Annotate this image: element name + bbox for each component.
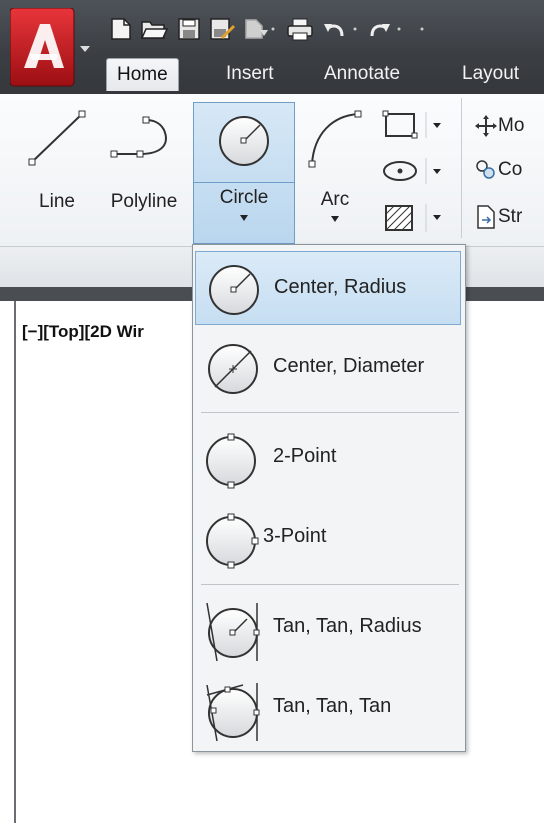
stretch-tool-button[interactable]: Str (474, 204, 544, 234)
print-icon[interactable] (286, 16, 313, 42)
hatch-icon (385, 204, 441, 232)
menu-item-label: 2-Point (273, 445, 337, 467)
menu-item-center-diameter[interactable]: Center, Diameter (195, 331, 461, 405)
application-menu-button[interactable] (9, 7, 96, 88)
menu-item-label: Center, Radius (274, 276, 407, 298)
arc-dropdown-arrow-icon (331, 216, 339, 222)
ellipse-icon (383, 158, 441, 184)
arc-label: Arc (320, 189, 350, 210)
copy-label: Co (498, 159, 523, 180)
panel-separator (461, 98, 462, 238)
menu-separator (201, 584, 459, 585)
undo-icon[interactable] (322, 16, 357, 42)
hatch-ellipse-tool-button[interactable] (378, 154, 450, 188)
stretch-icon (477, 205, 495, 229)
arc-tool-button[interactable]: Arc (302, 104, 368, 234)
menu-separator (201, 412, 459, 413)
circle-label: Circle (219, 187, 269, 208)
polyline-tool-button[interactable]: Polyline (96, 104, 192, 214)
center-radius-icon (209, 265, 259, 315)
circle-tool-button[interactable]: Circle (193, 102, 295, 244)
tan-tan-tan-icon (206, 683, 260, 742)
rectangle-tool-button[interactable] (378, 108, 450, 142)
polyline-icon (110, 116, 167, 158)
tab-insert[interactable]: Insert (216, 58, 284, 90)
two-point-icon (206, 433, 256, 489)
line-tool-button[interactable]: Line (22, 104, 92, 214)
menu-item-label: Tan, Tan, Tan (273, 695, 392, 717)
viewport-controls-label[interactable]: [−][Top][2D Wir (22, 322, 144, 342)
move-icon (475, 115, 497, 137)
menu-item-2-point[interactable]: 2-Point (195, 421, 461, 495)
three-point-icon (206, 513, 259, 569)
new-file-icon[interactable] (108, 16, 134, 42)
menu-item-label: 3-Point (263, 525, 327, 547)
move-tool-button[interactable]: Mo (474, 114, 544, 144)
line-label: Line (39, 191, 75, 212)
tab-layout[interactable]: Layout (452, 58, 529, 90)
open-folder-icon[interactable] (140, 16, 169, 42)
tab-annotate[interactable]: Annotate (314, 58, 410, 90)
copy-icon (476, 160, 495, 179)
menu-item-label: Center, Diameter (273, 355, 425, 377)
save-icon[interactable] (176, 16, 202, 42)
redo-icon[interactable] (366, 16, 401, 42)
menu-item-center-radius[interactable]: Center, Radius (195, 251, 461, 325)
quick-access-more-icon[interactable] (412, 16, 438, 42)
tan-tan-radius-icon (206, 602, 260, 662)
line-icon (28, 110, 86, 166)
stretch-label: Str (498, 206, 523, 227)
arc-icon (308, 110, 362, 168)
circle-dropdown-menu: Center, Radius Center, Diameter 2-Point … (192, 244, 466, 752)
app-menu-chevron-icon (80, 46, 90, 52)
circle-dropdown-arrow-icon (240, 215, 248, 221)
menu-item-label: Tan, Tan, Radius (273, 615, 422, 637)
hatch-tool-button[interactable] (378, 200, 450, 236)
center-diameter-icon (208, 344, 258, 394)
circle-icon (219, 116, 269, 166)
polyline-label: Polyline (110, 191, 178, 212)
tab-home[interactable]: Home (106, 58, 179, 91)
copy-tool-button[interactable]: Co (474, 158, 544, 188)
move-label: Mo (498, 115, 525, 136)
menu-item-tan-tan-radius[interactable]: Tan, Tan, Radius (195, 591, 461, 665)
rectangle-icon (382, 110, 441, 139)
save-as-icon[interactable] (208, 16, 236, 42)
menu-item-tan-tan-tan[interactable]: Tan, Tan, Tan (195, 671, 461, 745)
plot-icon[interactable] (242, 16, 275, 42)
menu-item-3-point[interactable]: 3-Point (195, 501, 461, 575)
